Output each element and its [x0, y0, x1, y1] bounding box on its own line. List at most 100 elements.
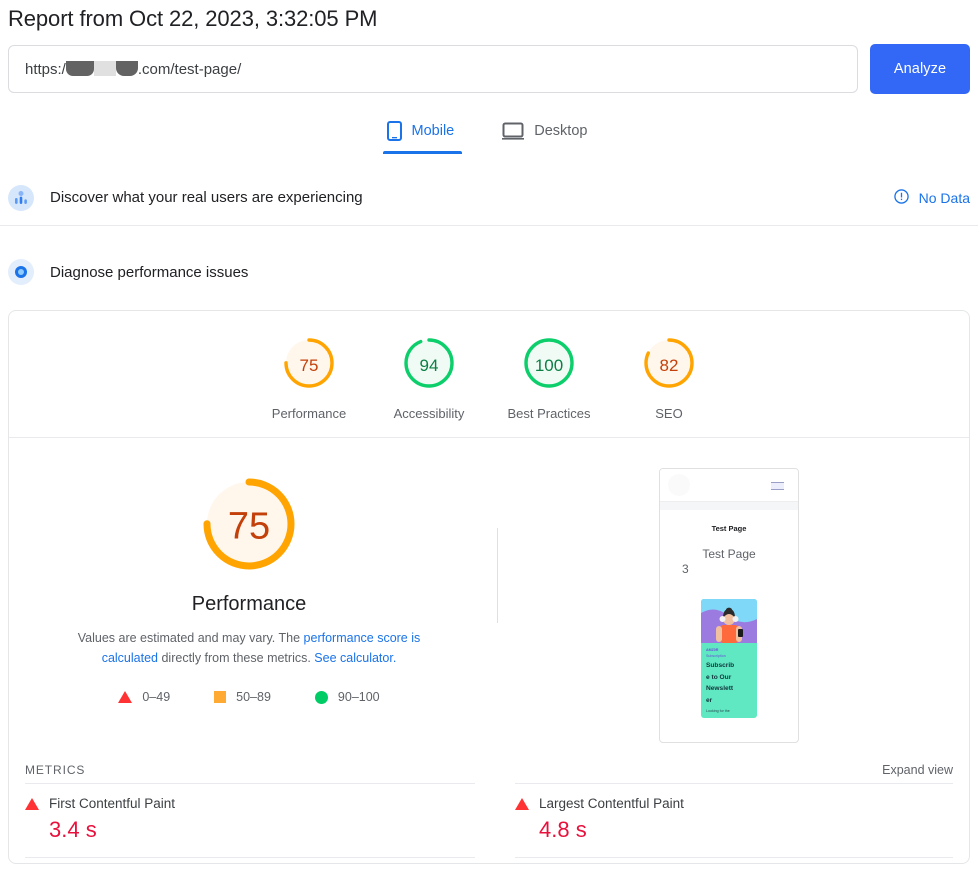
- metrics-grid: First Contentful Paint 3.4 s Largest Con…: [9, 783, 969, 863]
- metric-value: 4.8 s: [539, 817, 587, 842]
- gauge-value: 100: [534, 355, 564, 375]
- gauge-value: 94: [419, 355, 439, 375]
- score-gauge-performance[interactable]: 75 Performance: [249, 335, 369, 421]
- metric-name-row: First Contentful Paint: [25, 796, 475, 811]
- thumbnail-card-cta-3: Newslett: [706, 685, 734, 693]
- gauge-ring: 82: [641, 335, 697, 396]
- section-divider: [497, 528, 498, 623]
- thumbnail-card-cta-2: e to Our: [706, 673, 732, 681]
- thumbnail-card-cta-1: Subscrib: [706, 662, 735, 669]
- info-circle-icon: [893, 188, 909, 207]
- lab-data-row: Diagnose performance issues: [0, 244, 978, 300]
- lighthouse-report-card: 75 Performance 94 Accessibility 100 Best…: [8, 310, 970, 864]
- url-input[interactable]: https:/ .com/test-page/: [8, 45, 858, 93]
- thumbnail-strip: [660, 502, 798, 510]
- legend-item-fail: 0–49: [118, 690, 170, 704]
- gauge-value: 75: [299, 355, 319, 375]
- page-thumbnail-wrap: Test Page Test Page 3 AMZ0R Subscription…: [489, 468, 969, 743]
- legend-range: 90–100: [337, 690, 380, 704]
- tab-mobile[interactable]: Mobile: [382, 108, 463, 154]
- mobile-icon: [386, 121, 402, 141]
- gauge-ring: 75: [281, 335, 337, 396]
- gauge-ring: 100: [521, 335, 577, 396]
- gauge-ring: 94: [401, 335, 457, 396]
- lab-data-label: Diagnose performance issues: [50, 263, 249, 281]
- triangle-fail-icon: [118, 691, 133, 703]
- performance-summary: 75 Performance Values are estimated and …: [9, 468, 489, 704]
- thumbnail-heading-line1: Test Page: [702, 547, 756, 561]
- url-prefix: https:/: [25, 60, 66, 78]
- score-legend: 0–49 50–89 90–100: [118, 690, 380, 704]
- metric-first-contentful-paint[interactable]: First Contentful Paint 3.4 s: [25, 783, 475, 857]
- crux-users-icon: [8, 184, 34, 211]
- metrics-column-right: Largest Contentful Paint 4.8 s: [489, 783, 953, 863]
- metrics-title: METRICS: [25, 763, 86, 777]
- see-calculator-link[interactable]: See calculator.: [314, 651, 396, 665]
- thumbnail-card-body: AMZ0R Subscription Subscrib e to Our New…: [701, 643, 757, 718]
- score-gauge-best-practices[interactable]: 100 Best Practices: [489, 335, 609, 421]
- thumbnail-card-image: [701, 599, 757, 643]
- metric-value: 3.4 s: [49, 817, 97, 842]
- field-data-label: Discover what your real users are experi…: [50, 189, 363, 206]
- legend-range: 0–49: [142, 690, 171, 704]
- metric-name-row: Largest Contentful Paint: [515, 796, 953, 811]
- page-thumbnail[interactable]: Test Page Test Page 3 AMZ0R Subscription…: [659, 468, 799, 743]
- triangle-fail-icon: [25, 797, 39, 810]
- score-gauge-seo[interactable]: 82 SEO: [609, 335, 729, 421]
- lighthouse-icon: [8, 259, 34, 285]
- disclaimer-text-mid: directly from these metrics.: [158, 651, 315, 665]
- legend-item-pass: 90–100: [314, 690, 380, 704]
- thumbnail-topbar: [660, 469, 798, 502]
- analyze-button[interactable]: Analyze: [870, 44, 970, 94]
- thumbnail-newsletter-card: AMZ0R Subscription Subscrib e to Our New…: [701, 599, 757, 719]
- performance-detail: 75 Performance Values are estimated and …: [9, 438, 969, 749]
- thumbnail-logo: [668, 474, 690, 496]
- desktop-icon: [502, 122, 525, 140]
- expand-view-button[interactable]: Expand view: [882, 763, 953, 777]
- hamburger-icon: [771, 482, 784, 490]
- performance-score: 75: [227, 505, 271, 547]
- gauge-label: Best Practices: [507, 406, 591, 421]
- gauge-label: Performance: [271, 406, 347, 421]
- metric-label: First Contentful Paint: [49, 796, 176, 811]
- metric-label: Largest Contentful Paint: [539, 796, 684, 811]
- metrics-row-divider: [25, 857, 475, 863]
- thumbnail-heading: Test Page 3: [660, 547, 798, 577]
- square-average-icon: [214, 691, 227, 703]
- tab-desktop[interactable]: Desktop: [498, 108, 595, 154]
- metrics-column-left: First Contentful Paint 3.4 s: [25, 783, 489, 863]
- metrics-row-divider: [515, 857, 953, 863]
- metric-largest-contentful-paint[interactable]: Largest Contentful Paint 4.8 s: [515, 783, 953, 857]
- gauge-label: SEO: [655, 406, 683, 421]
- gauge-value: 82: [659, 355, 679, 375]
- circle-pass-icon: [314, 690, 328, 704]
- url-redaction-block-1: [65, 60, 94, 76]
- thumbnail-card-sub: Looking for the: [706, 709, 730, 714]
- url-suffix: .com/test-page/: [137, 60, 242, 78]
- thumbnail-heading-line2: 3: [682, 562, 689, 576]
- performance-gauge: 75: [199, 474, 299, 579]
- legend-item-average: 50–89: [214, 690, 271, 704]
- field-data-status-label: No Data: [918, 189, 970, 206]
- tab-mobile-label: Mobile: [411, 123, 455, 139]
- page-title: Report from Oct 22, 2023, 3:32:05 PM: [8, 6, 378, 31]
- form-factor-tabs: Mobile Desktop: [0, 108, 978, 154]
- thumbnail-card-cta-4: er: [706, 696, 713, 704]
- performance-title: Performance: [191, 593, 307, 615]
- category-scores: 75 Performance 94 Accessibility 100 Best…: [9, 311, 969, 438]
- disclaimer-text-pre: Values are estimated and may vary. The: [77, 631, 304, 645]
- field-data-row: Discover what your real users are experi…: [0, 170, 978, 226]
- performance-disclaimer: Values are estimated and may vary. The p…: [49, 628, 449, 668]
- url-redaction-block-2: [115, 60, 138, 76]
- score-gauge-accessibility[interactable]: 94 Accessibility: [369, 335, 489, 421]
- legend-range: 50–89: [236, 690, 271, 704]
- triangle-fail-icon: [515, 797, 529, 810]
- thumbnail-brand: Test Page: [711, 524, 747, 533]
- person-illustration-icon: [701, 599, 757, 643]
- gauge-label: Accessibility: [393, 406, 465, 421]
- url-bar: https:/ .com/test-page/ Analyze: [0, 38, 978, 94]
- tab-desktop-label: Desktop: [534, 123, 588, 139]
- field-data-status[interactable]: No Data: [893, 188, 974, 207]
- url-redaction-gap: [93, 60, 116, 76]
- thumbnail-card-eyebrow2: Subscription: [706, 654, 726, 658]
